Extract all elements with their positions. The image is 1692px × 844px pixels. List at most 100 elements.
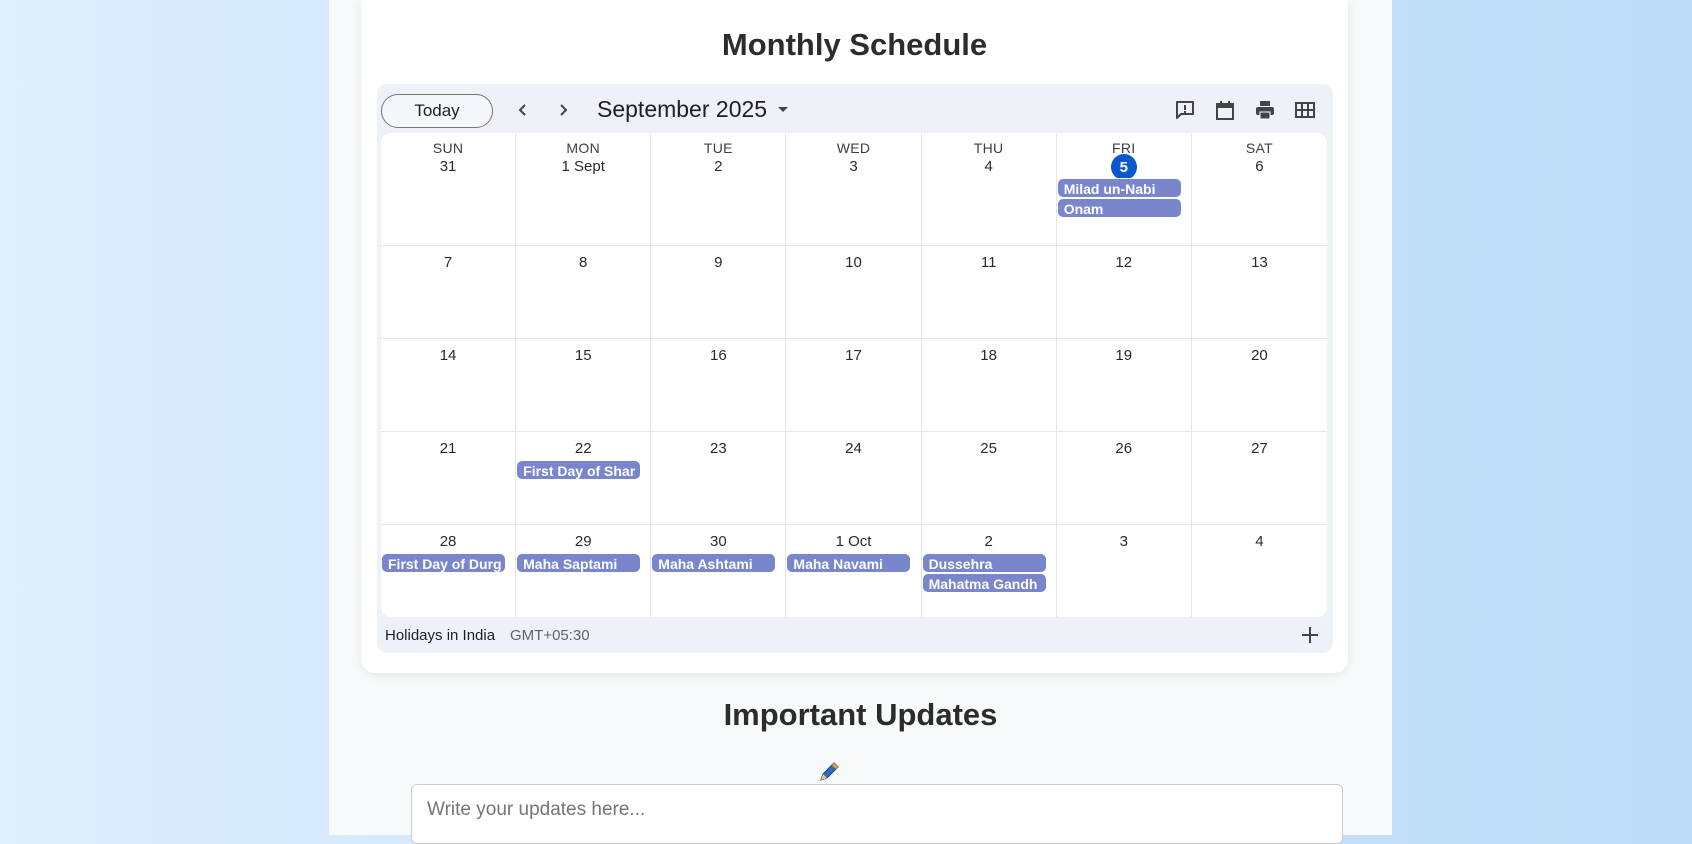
day-cell[interactable]: 19 [1056,339,1192,432]
grid-view-button[interactable] [1291,96,1319,124]
day-cell[interactable]: 22 First Day of Shar [516,432,652,525]
day-number[interactable]: 6 [1192,158,1327,175]
day-number[interactable]: 28 [381,533,515,550]
day-cell[interactable]: 26 [1056,432,1192,525]
month-label: September 2025 [597,96,768,122]
day-cell[interactable]: 7 [381,246,517,339]
day-cell[interactable]: 28 First Day of Durg [381,525,517,617]
day-cell[interactable]: 3 [1057,525,1192,617]
event-chip[interactable]: First Day of Shar [516,460,642,480]
day-number[interactable]: 23 [651,440,785,457]
event-chip[interactable]: Onam [1056,198,1182,218]
day-number[interactable]: 25 [922,440,1056,457]
day-number[interactable]: 14 [381,347,515,364]
day-cell[interactable]: 24 [786,432,922,525]
event-chip[interactable]: First Day of Durg [381,553,506,573]
day-cell[interactable]: 21 [381,432,517,525]
add-calendar-button[interactable] [1297,622,1323,648]
chevron-right-icon [560,104,568,116]
day-number[interactable]: 2 [651,158,785,175]
event-chip[interactable]: Maha Navami [786,553,912,573]
day-cell[interactable]: 10 [786,246,922,339]
event-chip[interactable]: Milad un-Nabi [1056,178,1182,198]
day-cell[interactable]: 16 [651,339,787,432]
prev-month-button[interactable] [509,96,537,124]
day-cell[interactable]: 29 Maha Saptami [516,525,652,617]
pen-icon [820,762,839,781]
day-cell[interactable]: 14 [381,339,517,432]
today-button[interactable]: Today [381,94,493,128]
day-cell[interactable]: 9 [651,246,787,339]
day-cell[interactable]: 13 [1191,246,1327,339]
day-number[interactable]: 30 [651,533,785,550]
day-number[interactable]: 8 [516,254,650,271]
day-number[interactable]: 16 [651,347,785,364]
day-number[interactable]: 24 [786,440,920,457]
calendar-icon [1216,101,1234,120]
day-number[interactable]: 1 Sept [516,158,650,175]
month-selector[interactable]: September 2025 [597,96,789,123]
day-number[interactable]: 19 [1057,347,1191,364]
day-number[interactable]: 15 [516,347,650,364]
day-cell[interactable]: 17 [786,339,922,432]
day-number[interactable]: 17 [786,347,920,364]
day-number[interactable]: 12 [1057,254,1191,271]
day-number[interactable]: 21 [381,440,515,457]
day-number[interactable]: 26 [1057,440,1191,457]
event-chip[interactable]: Mahatma Gandh [921,573,1047,593]
day-cell[interactable]: 20 [1191,339,1327,432]
print-button[interactable] [1251,96,1279,124]
day-number[interactable]: 20 [1192,347,1327,364]
day-number[interactable]: 11 [922,254,1056,271]
day-number[interactable]: 29 [516,533,650,550]
today-date-badge[interactable]: 5 [1110,154,1137,180]
day-cell[interactable]: 23 [651,432,787,525]
day-number[interactable]: 3 [786,158,920,175]
day-cell[interactable]: 12 [1056,246,1192,339]
day-cell[interactable]: THU 4 [921,133,1057,246]
day-number[interactable]: 3 [1057,533,1191,550]
chevron-left-icon [518,104,526,116]
day-number[interactable]: 31 [381,158,515,175]
day-cell[interactable]: SAT 6 [1191,133,1327,246]
feedback-icon [1176,101,1194,119]
day-number[interactable]: 22 [516,440,650,457]
day-cell[interactable]: SUN 31 [381,133,517,246]
day-cell[interactable]: WED 3 [786,133,922,246]
day-cell[interactable]: 30 Maha Ashtami [651,525,787,617]
day-number[interactable]: 27 [1192,440,1327,457]
event-chip[interactable]: Maha Saptami [516,553,642,573]
day-number[interactable]: 13 [1192,254,1327,271]
day-cell[interactable]: 27 [1191,432,1327,525]
day-cell[interactable]: 4 [1192,525,1327,617]
day-cell[interactable]: 8 [516,246,652,339]
calendar-toolbar: Today September 2025 [377,84,1333,134]
weekday-label: WED [836,140,871,156]
day-cell[interactable]: MON 1 Sept [516,133,652,246]
day-cell[interactable]: 1 Oct Maha Navami [786,525,922,617]
day-cell[interactable]: 2 Dussehra Mahatma Gandh [921,525,1057,617]
day-cell[interactable]: 18 [921,339,1057,432]
day-cell[interactable]: FRI 5 Milad un-Nabi Onam [1056,133,1192,246]
calendar-view-button[interactable] [1211,96,1239,124]
day-number[interactable]: 18 [922,347,1056,364]
month-grid: SUN 31 MON 1 Sept TUE 2 WED 3 THU 4 FRI 5 Milad un-N… [381,133,1327,617]
day-number[interactable]: 1 Oct [786,533,920,550]
day-number[interactable]: 10 [786,254,920,271]
day-number[interactable]: 2 [922,533,1056,550]
next-month-button[interactable] [549,96,577,124]
updates-input[interactable] [412,785,1342,835]
day-cell[interactable]: TUE 2 [651,133,787,246]
weekday-label: SUN [432,140,464,156]
day-number[interactable]: 7 [381,254,515,271]
feedback-button[interactable] [1171,96,1199,124]
day-number[interactable]: 4 [922,158,1056,175]
day-cell[interactable]: 25 [921,432,1057,525]
updates-textarea[interactable] [411,784,1343,844]
event-chip[interactable]: Dussehra [921,553,1047,573]
day-number[interactable]: 4 [1192,533,1327,550]
day-number[interactable]: 9 [651,254,785,271]
event-chip[interactable]: Maha Ashtami [651,553,777,573]
day-cell[interactable]: 11 [921,246,1057,339]
day-cell[interactable]: 15 [516,339,652,432]
